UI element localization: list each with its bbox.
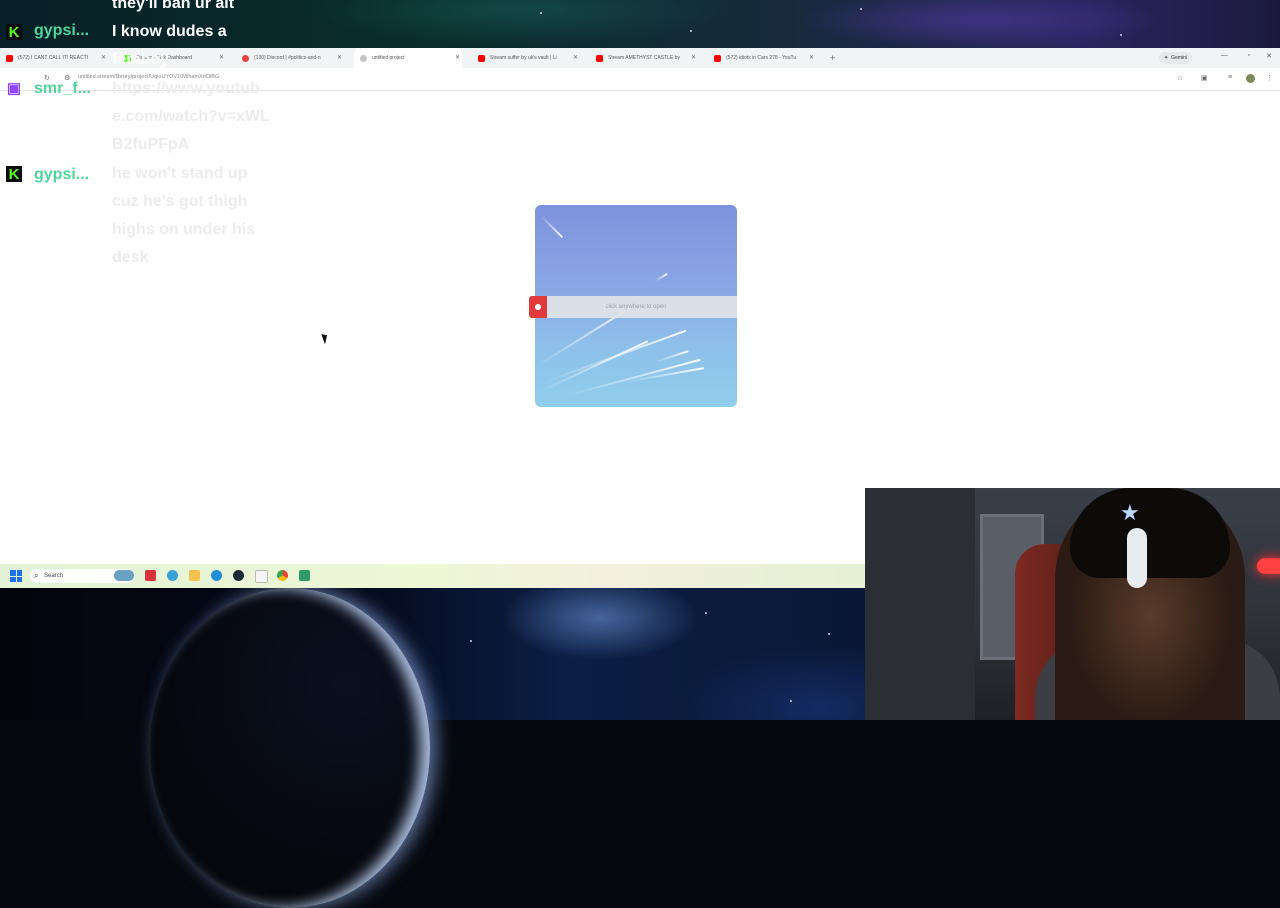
extensions-icon[interactable]: ▣ xyxy=(1201,74,1208,82)
notepad-icon[interactable] xyxy=(255,570,268,583)
youtube-icon xyxy=(596,54,603,62)
star xyxy=(1120,34,1122,36)
close-icon[interactable]: ✕ xyxy=(455,54,460,61)
light-streak xyxy=(654,350,689,363)
headset xyxy=(1127,528,1147,588)
chat-username: gypsi... xyxy=(34,166,90,183)
menu-icon[interactable]: ⋮ xyxy=(1266,74,1273,82)
tab-untitled-project[interactable]: untitled project ✕ xyxy=(354,48,462,68)
open-prompt-label: click anywhere to open xyxy=(605,304,667,310)
close-icon[interactable]: ✕ xyxy=(337,54,342,61)
red-led-light xyxy=(1257,558,1280,574)
chat-username: smr_f... xyxy=(34,80,91,97)
tab-stream-suffer[interactable]: Stream suffer by uk's vault | Li ✕ xyxy=(472,48,580,68)
chat-message-text: I know dudes a femboy xyxy=(112,23,227,68)
file-explorer-icon[interactable] xyxy=(189,570,200,581)
windows-start-icon[interactable] xyxy=(10,570,22,582)
taskbar-search-label: Search xyxy=(44,573,64,579)
record-indicator-icon[interactable] xyxy=(529,296,547,318)
new-tab-button[interactable]: + xyxy=(830,53,835,63)
stream-chat-overlay: they'll ban ur alt K gypsi... I know dud… xyxy=(0,0,300,280)
star xyxy=(540,12,542,14)
chat-message-text: they'll ban ur alt xyxy=(112,0,235,12)
wallpaper-planet xyxy=(150,588,430,908)
loading-icon xyxy=(360,54,367,62)
gemini-icon: ✦ xyxy=(1163,55,1169,61)
desktop-wallpaper-bottom xyxy=(0,588,865,720)
open-prompt-bar[interactable]: click anywhere to open xyxy=(535,296,737,318)
tab-label: (572) idiots in Cars 278 - YouTu xyxy=(726,55,797,61)
tab-label: Stream suffer by uk's vault | Li xyxy=(490,55,557,61)
star xyxy=(828,633,830,635)
windows-taskbar: ⌕ Search xyxy=(0,564,865,588)
app-icon[interactable] xyxy=(299,570,310,581)
twitch-icon: ▣ xyxy=(6,80,22,97)
kick-icon: K xyxy=(6,166,22,183)
kick-icon: K xyxy=(6,24,22,41)
profile-avatar[interactable] xyxy=(1246,74,1255,83)
mouse-cursor-icon xyxy=(321,332,330,345)
edge-icon[interactable] xyxy=(211,570,222,581)
light-streak xyxy=(540,215,563,238)
tab-idiots-in-cars[interactable]: (572) idiots in Cars 278 - YouTu ✕ xyxy=(708,48,816,68)
tab-label: Stream AMETHYST CASTLE by xyxy=(608,55,680,61)
headset-star-icon: ★ xyxy=(1120,500,1140,525)
close-icon[interactable]: ✕ xyxy=(691,54,696,61)
media-icon[interactable]: ≡ xyxy=(1228,74,1232,81)
star xyxy=(790,700,792,702)
chat-message-text: he won't stand up cuz he's got thigh hig… xyxy=(112,165,256,266)
close-icon[interactable]: ✕ xyxy=(573,54,578,61)
bookmark-star-icon[interactable]: ☆ xyxy=(1177,74,1183,82)
gemini-button[interactable]: ✦ Gemini xyxy=(1158,52,1192,64)
webcam-feed: ★ xyxy=(865,488,1280,720)
light-streak xyxy=(564,358,701,397)
star xyxy=(690,30,692,32)
steam-icon[interactable] xyxy=(233,570,244,581)
opera-icon[interactable] xyxy=(145,570,156,581)
tab-amethyst-castle[interactable]: Stream AMETHYST CASTLE by ✕ xyxy=(590,48,698,68)
close-icon[interactable]: ✕ xyxy=(809,54,814,61)
gemini-label: Gemini xyxy=(1171,55,1187,61)
star xyxy=(860,8,862,10)
youtube-icon xyxy=(478,54,485,62)
youtube-icon xyxy=(714,54,721,62)
star xyxy=(705,612,707,614)
window-close-icon[interactable]: ✕ xyxy=(1266,52,1272,60)
streamer-hair xyxy=(1070,488,1230,578)
room-wall xyxy=(865,488,975,720)
star xyxy=(470,640,472,642)
maximize-icon[interactable]: ▫ xyxy=(1248,52,1250,59)
search-icon: ⌕ xyxy=(34,571,39,580)
chat-username: gypsi... xyxy=(34,22,90,39)
app-icon[interactable] xyxy=(167,570,178,581)
minimize-icon[interactable]: — xyxy=(1221,52,1228,59)
tab-label: untitled project xyxy=(372,55,405,61)
chat-message-text: https://www.youtube.com/watch?v=xWLB2fuP… xyxy=(112,80,270,153)
widget-icon[interactable] xyxy=(114,570,134,581)
chrome-icon[interactable] xyxy=(277,570,288,581)
light-streak xyxy=(654,273,668,282)
